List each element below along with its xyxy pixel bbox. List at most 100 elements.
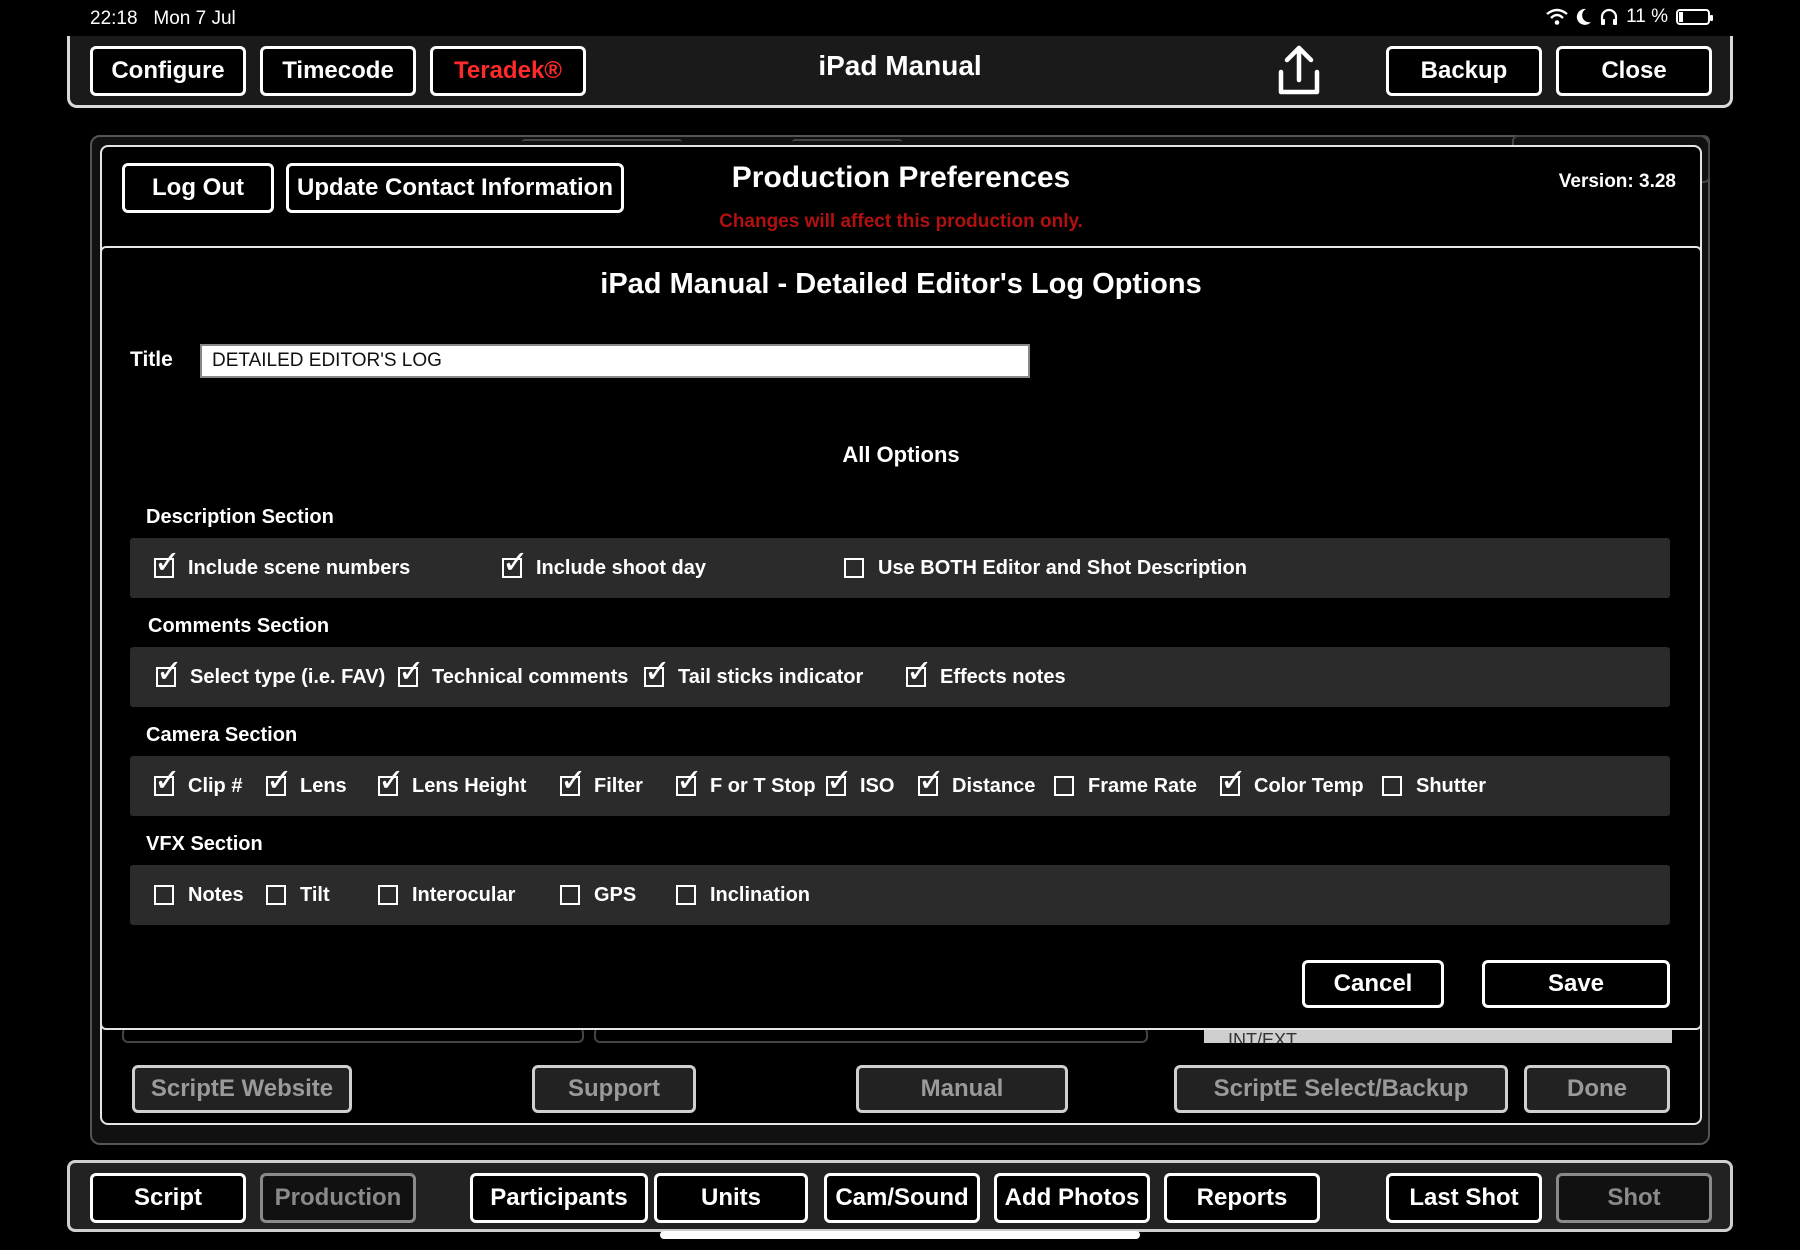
description-section-label: Description Section — [146, 506, 334, 528]
option-technical-comments[interactable]: ✓ Technical comments — [398, 647, 628, 707]
option-notes[interactable]: Notes — [154, 865, 244, 925]
option-iso[interactable]: ✓ ISO — [826, 756, 894, 816]
option-effects-notes[interactable]: ✓ Effects notes — [906, 647, 1066, 707]
description-options-row: ✓ Include scene numbers ✓ Include shoot … — [130, 538, 1670, 598]
checkbox-icon[interactable] — [1054, 776, 1074, 796]
option-tail-sticks[interactable]: ✓ Tail sticks indicator — [644, 647, 863, 707]
version-label: Version: 3.28 — [1558, 171, 1676, 192]
checkmark-icon: ✓ — [676, 762, 703, 798]
checkbox-icon[interactable] — [844, 558, 864, 578]
tab-participants[interactable]: Participants — [470, 1173, 648, 1223]
vfx-options-row: Notes Tilt Interocular GPS Inclination — [130, 865, 1670, 925]
checkbox-icon[interactable]: ✓ — [398, 655, 425, 687]
checkbox-icon[interactable]: ✓ — [560, 764, 587, 796]
checkmark-icon: ✓ — [502, 544, 529, 580]
backup-button[interactable]: Backup — [1386, 46, 1542, 96]
title-label: Title — [130, 348, 173, 371]
all-options-heading: All Options — [842, 442, 960, 467]
checkbox-icon[interactable] — [378, 885, 398, 905]
option-label: Interocular — [412, 883, 516, 906]
option-lens[interactable]: ✓ Lens — [266, 756, 347, 816]
tab-shot[interactable]: Shot — [1556, 1173, 1712, 1223]
option-label: Distance — [952, 774, 1036, 797]
option-tilt[interactable]: Tilt — [266, 865, 330, 925]
editors-log-options-dialog: iPad Manual - Detailed Editor's Log Opti… — [100, 246, 1702, 1030]
scripte-website-button[interactable]: ScriptE Website — [132, 1065, 352, 1113]
checkbox-icon[interactable] — [676, 885, 696, 905]
option-inclination[interactable]: Inclination — [676, 865, 810, 925]
option-label: Inclination — [710, 883, 810, 906]
checkmark-icon: ✓ — [826, 762, 853, 798]
checkbox-icon[interactable] — [560, 885, 580, 905]
tab-reports[interactable]: Reports — [1164, 1173, 1320, 1223]
option-interocular[interactable]: Interocular — [378, 865, 515, 925]
checkmark-icon: ✓ — [1220, 762, 1247, 798]
tab-last-shot[interactable]: Last Shot — [1386, 1173, 1542, 1223]
checkbox-icon[interactable]: ✓ — [378, 764, 405, 796]
option-filter[interactable]: ✓ Filter — [560, 756, 643, 816]
checkmark-icon: ✓ — [906, 653, 933, 689]
battery-icon — [1676, 9, 1713, 25]
checkbox-icon[interactable]: ✓ — [906, 655, 933, 687]
checkbox-icon[interactable]: ✓ — [502, 546, 529, 578]
checkbox-icon[interactable]: ✓ — [266, 764, 293, 796]
checkmark-icon: ✓ — [154, 544, 181, 580]
cancel-button[interactable]: Cancel — [1302, 960, 1444, 1008]
close-button[interactable]: Close — [1556, 46, 1712, 96]
tab-cam-sound[interactable]: Cam/Sound — [824, 1173, 980, 1223]
option-use-both-descriptions[interactable]: Use BOTH Editor and Shot Description — [844, 538, 1247, 598]
prefs-title: Production Preferences — [731, 161, 1071, 194]
checkbox-icon[interactable]: ✓ — [826, 764, 853, 796]
checkmark-icon: ✓ — [154, 762, 181, 798]
checkbox-icon[interactable]: ✓ — [156, 655, 183, 687]
comments-section-label: Comments Section — [148, 615, 330, 637]
checkbox-icon[interactable]: ✓ — [918, 764, 945, 796]
option-include-scene-numbers[interactable]: ✓ Include scene numbers — [154, 538, 410, 598]
option-lens-height[interactable]: ✓ Lens Height — [378, 756, 526, 816]
checkbox-icon[interactable]: ✓ — [1220, 764, 1247, 796]
option-clip-number[interactable]: ✓ Clip # — [154, 756, 242, 816]
checkmark-icon: ✓ — [266, 762, 293, 798]
option-f-or-t-stop[interactable]: ✓ F or T Stop — [676, 756, 816, 816]
tab-units[interactable]: Units — [654, 1173, 808, 1223]
tab-add-photos[interactable]: Add Photos — [994, 1173, 1150, 1223]
checkbox-icon[interactable]: ✓ — [676, 764, 703, 796]
checkbox-icon[interactable]: ✓ — [154, 546, 181, 578]
tab-production[interactable]: Production — [260, 1173, 416, 1223]
status-icons: 11 % — [1546, 6, 1713, 28]
checkmark-icon: ✓ — [644, 653, 671, 689]
option-label: Notes — [188, 883, 244, 906]
dialog-title: iPad Manual - Detailed Editor's Log Opti… — [600, 268, 1202, 300]
option-label: Include shoot day — [536, 556, 707, 579]
option-gps[interactable]: GPS — [560, 865, 636, 925]
comments-options-row: ✓ Select type (i.e. FAV) ✓ Technical com… — [130, 647, 1670, 707]
save-button[interactable]: Save — [1482, 960, 1670, 1008]
option-label: Filter — [594, 774, 643, 797]
option-label: Include scene numbers — [188, 556, 411, 579]
title-input[interactable] — [200, 344, 1030, 378]
option-distance[interactable]: ✓ Distance — [918, 756, 1035, 816]
option-shutter[interactable]: Shutter — [1382, 756, 1486, 816]
support-button[interactable]: Support — [532, 1065, 696, 1113]
checkbox-icon[interactable] — [154, 885, 174, 905]
manual-button[interactable]: Manual — [856, 1065, 1068, 1113]
scripte-select-backup-button[interactable]: ScriptE Select/Backup — [1174, 1065, 1508, 1113]
option-label: Lens Height — [412, 774, 527, 797]
share-icon[interactable] — [1275, 44, 1323, 98]
option-include-shoot-day[interactable]: ✓ Include shoot day — [502, 538, 706, 598]
option-color-temp[interactable]: ✓ Color Temp — [1220, 756, 1364, 816]
checkmark-icon: ✓ — [398, 653, 425, 689]
option-label: Frame Rate — [1088, 774, 1197, 797]
tab-script[interactable]: Script — [90, 1173, 246, 1223]
checkbox-icon[interactable]: ✓ — [644, 655, 671, 687]
option-frame-rate[interactable]: Frame Rate — [1054, 756, 1197, 816]
bottom-tab-bar: Script Production Participants Units Cam… — [67, 1160, 1733, 1232]
checkbox-icon[interactable] — [1382, 776, 1402, 796]
checkmark-icon: ✓ — [918, 762, 945, 798]
moon-icon — [1576, 8, 1592, 25]
option-select-type[interactable]: ✓ Select type (i.e. FAV) — [156, 647, 385, 707]
done-button[interactable]: Done — [1524, 1065, 1670, 1113]
wifi-icon — [1546, 8, 1568, 25]
checkbox-icon[interactable] — [266, 885, 286, 905]
checkbox-icon[interactable]: ✓ — [154, 764, 181, 796]
